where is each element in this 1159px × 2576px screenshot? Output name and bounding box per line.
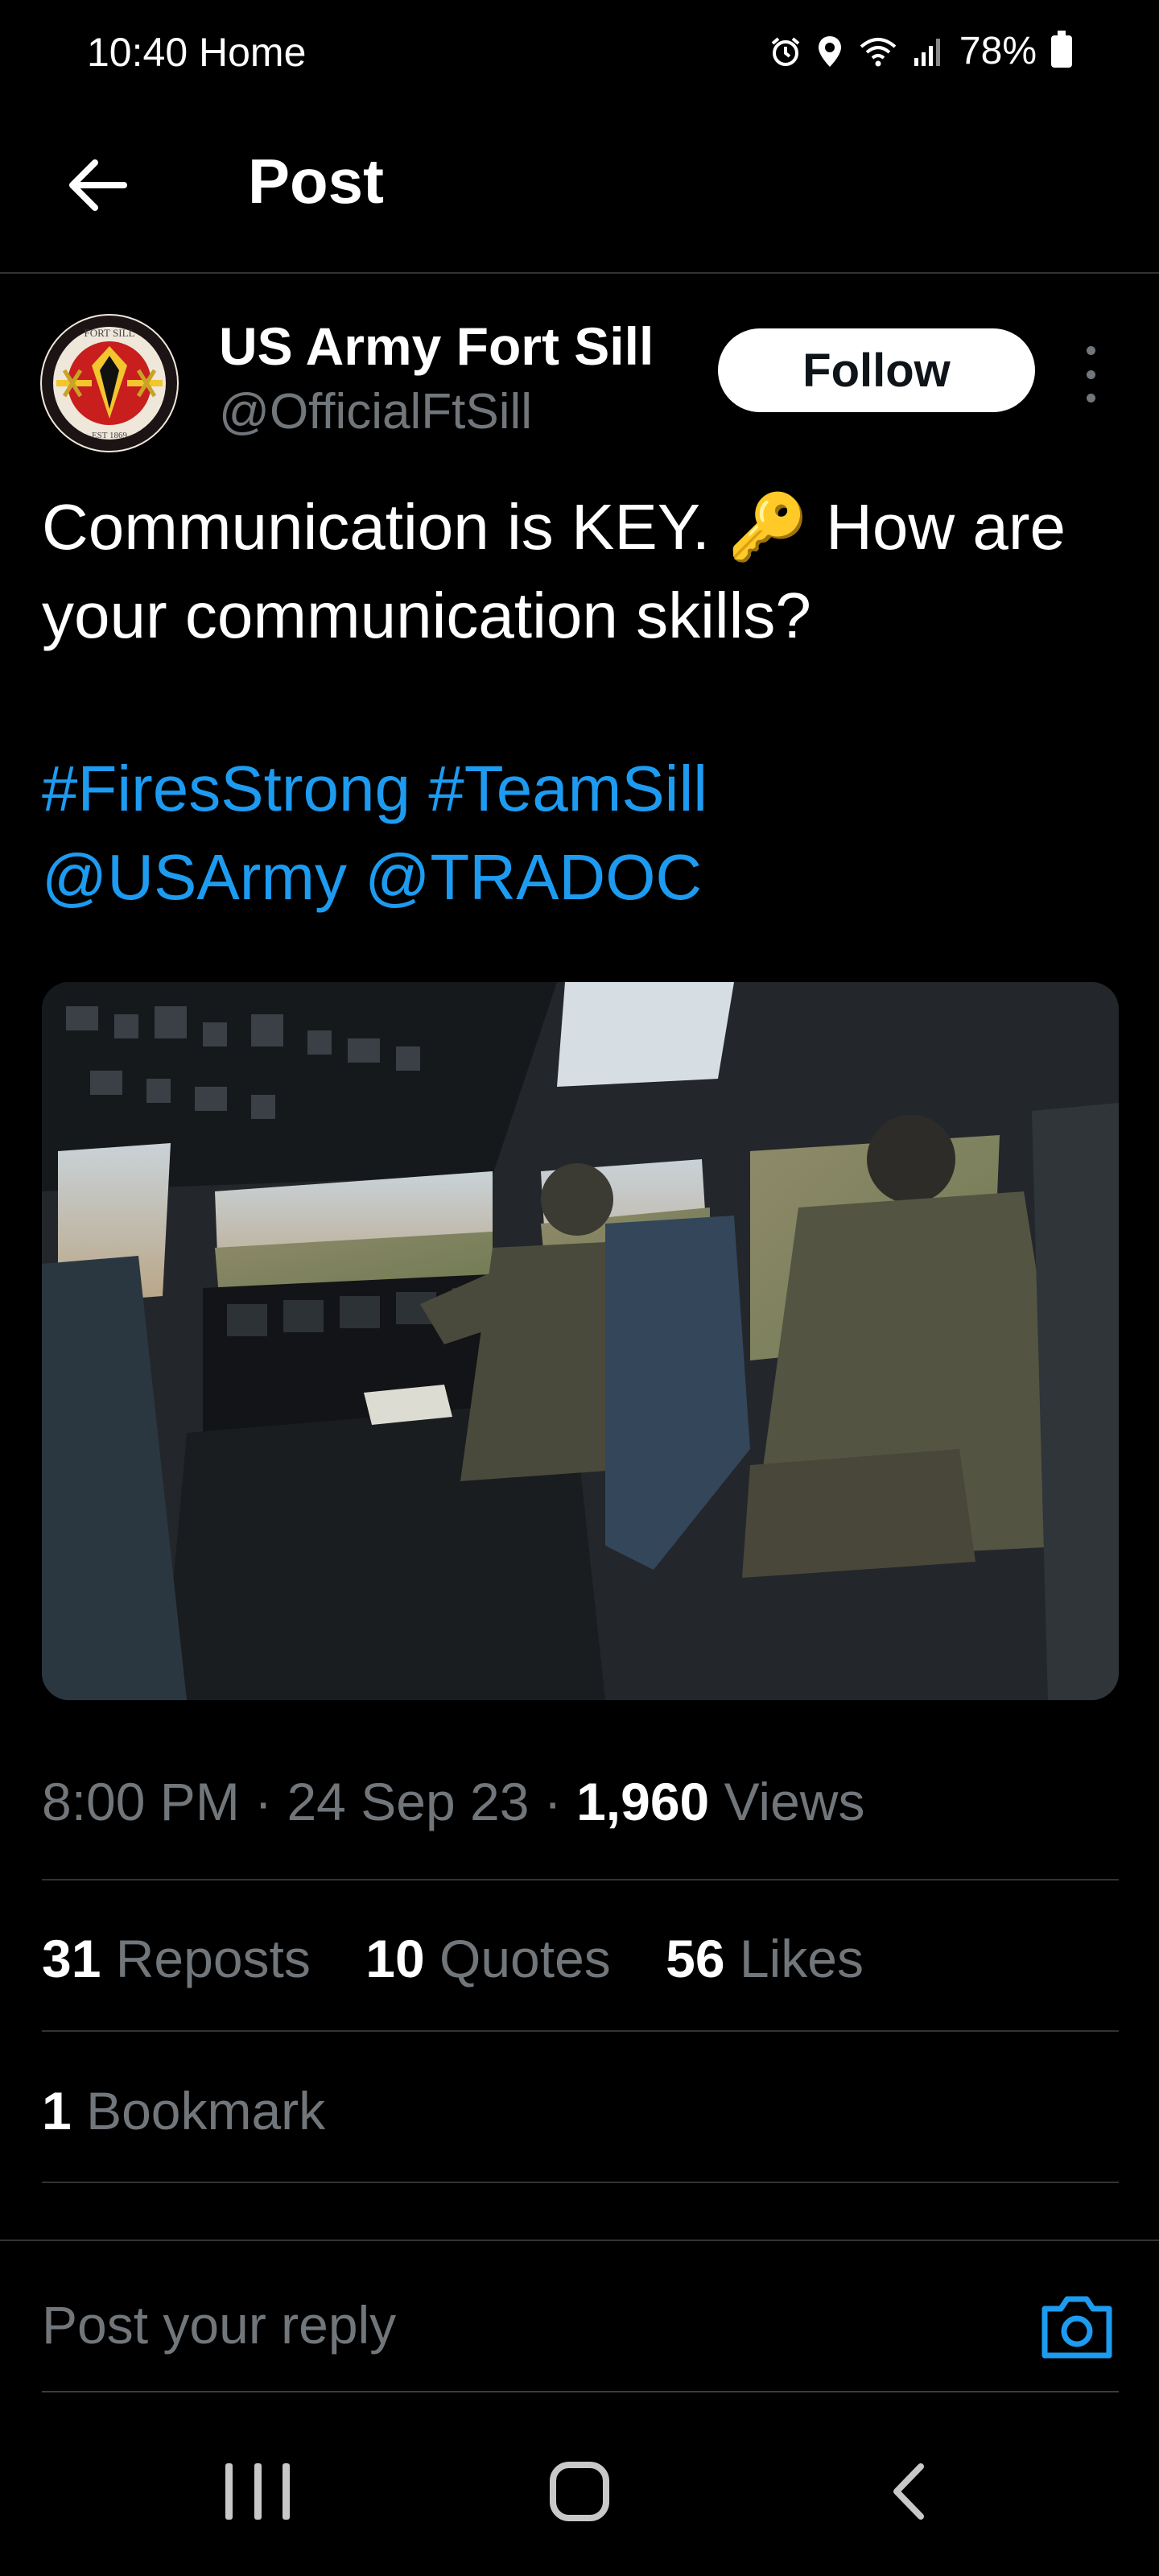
more-options-icon[interactable]	[1070, 338, 1111, 411]
recent-bar	[283, 2463, 290, 2520]
hashtag-link[interactable]: #FiresStrong	[42, 753, 410, 824]
battery-label: 78%	[959, 30, 1037, 72]
location-icon	[818, 35, 841, 67]
views-label: Views	[724, 1772, 865, 1831]
reply-underline	[42, 2391, 1119, 2392]
status-bar: 10:40 Home 78%	[0, 0, 1159, 105]
post-date: 24 Sep 23	[287, 1772, 530, 1831]
system-back-button[interactable]	[885, 2462, 934, 2521]
likes-count: 56	[666, 1929, 725, 1988]
quotes-stat[interactable]: 10 Quotes	[365, 1929, 611, 1988]
likes-label: Likes	[739, 1929, 864, 1988]
more-dot	[1086, 346, 1095, 355]
page-title: Post	[248, 146, 385, 217]
recent-bar	[225, 2463, 233, 2520]
reposts-stat[interactable]: 31 Reposts	[42, 1929, 311, 1988]
status-time: 10:40 Home	[87, 30, 307, 75]
chevron-left-icon	[893, 2463, 924, 2520]
recent-bar	[254, 2463, 262, 2520]
camera-icon	[1041, 2296, 1112, 2359]
recent-apps-button[interactable]	[225, 2463, 290, 2520]
avatar[interactable]: FORT SILL EST 1869	[40, 314, 179, 452]
reposts-count: 31	[42, 1929, 101, 1988]
bookmarks-count: 1	[42, 2081, 72, 2140]
wifi-icon	[860, 37, 897, 66]
quotes-count: 10	[365, 1929, 425, 1988]
cockpit-photo	[42, 982, 1119, 1700]
bookmarks-stat[interactable]: 1 Bookmark	[42, 2080, 325, 2141]
divider	[42, 2182, 1119, 2183]
avatar-caption-bottom: EST 1869	[92, 431, 128, 440]
back-button[interactable]	[56, 145, 137, 225]
post-meta: 8:00 PM · 24 Sep 23 · 1,960 Views	[42, 1771, 864, 1832]
alarm-icon	[771, 36, 800, 66]
more-dot	[1086, 369, 1095, 379]
avatar-caption-top: FORT SILL	[85, 327, 135, 339]
divider	[42, 1879, 1119, 1880]
back-arrow-icon	[69, 159, 127, 211]
more-dot	[1086, 394, 1095, 402]
reply-divider	[0, 2240, 1159, 2241]
home-button[interactable]	[550, 2462, 609, 2521]
tweet-image[interactable]	[42, 982, 1119, 1700]
reposts-label: Reposts	[115, 1929, 311, 1988]
tweet-links: #FiresStrong #TeamSill @USArmy @TRADOC	[42, 745, 1120, 922]
post-time: 8:00 PM	[42, 1772, 240, 1831]
header-divider	[0, 272, 1159, 274]
quotes-label: Quotes	[439, 1929, 611, 1988]
fort-sill-seal-logo: FORT SILL EST 1869	[42, 316, 177, 451]
author-handle[interactable]: @OfficialFtSill	[219, 383, 532, 440]
status-icons: 78%	[769, 29, 1072, 73]
tweet-text: Communication is KEY. 🔑 How are your com…	[42, 491, 1066, 651]
mention-link[interactable]: @USArmy	[42, 841, 347, 913]
battery-icon	[1051, 30, 1072, 68]
mention-link[interactable]: @TRADOC	[365, 841, 702, 913]
views-count: 1,960	[576, 1772, 710, 1831]
divider	[42, 2030, 1119, 2032]
meta-separator: ·	[543, 1772, 562, 1831]
likes-stat[interactable]: 56 Likes	[666, 1929, 864, 1988]
meta-separator: ·	[254, 1772, 273, 1831]
author-name[interactable]: US Army Fort Sill	[219, 316, 654, 377]
camera-button[interactable]	[1038, 2293, 1116, 2362]
bookmarks-label: Bookmark	[86, 2081, 326, 2140]
reply-input[interactable]	[42, 2294, 967, 2355]
signal-icon	[914, 38, 940, 66]
follow-button[interactable]: Follow	[718, 328, 1035, 412]
hashtag-link[interactable]: #TeamSill	[428, 753, 707, 824]
post-stats: 31 Reposts 10 Quotes 56 Likes	[42, 1928, 904, 1989]
